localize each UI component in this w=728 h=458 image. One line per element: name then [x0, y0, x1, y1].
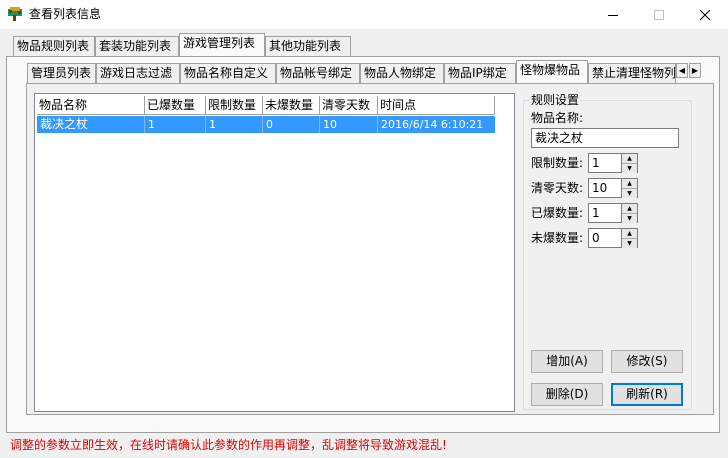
minimize-icon — [608, 14, 618, 16]
triangle-down-icon: ▼ — [627, 190, 632, 197]
reset-days-label: 清零天数: — [531, 181, 584, 195]
group-title: 规则设置 — [530, 93, 581, 107]
triangle-down-icon: ▼ — [627, 165, 632, 172]
reset-days-stepper[interactable]: 10 ▲ ▼ — [588, 178, 638, 198]
column-header-limit[interactable]: 限制数量 — [206, 96, 263, 115]
undropped-down-button[interactable]: ▼ — [622, 239, 637, 248]
item-name-field[interactable]: 裁决之杖 — [531, 128, 679, 148]
maximize-button[interactable] — [636, 0, 682, 29]
reset-days-up-button[interactable]: ▲ — [622, 179, 637, 189]
undropped-stepper[interactable]: 0 ▲ ▼ — [588, 228, 638, 248]
minimize-button[interactable] — [590, 0, 636, 29]
tab-game-log-filter[interactable]: 游戏日志过滤 — [96, 63, 180, 83]
delete-button[interactable]: 删除(D) — [531, 383, 603, 406]
undropped-label: 未爆数量: — [531, 231, 584, 245]
undropped-field[interactable]: 0 — [588, 228, 622, 248]
tab-scroll-right-button[interactable]: ▶ — [689, 63, 701, 78]
triangle-right-icon: ▶ — [691, 66, 699, 75]
tab-no-clean-monster-list[interactable]: 禁止清理怪物列 — [588, 63, 676, 83]
limit-field[interactable]: 1 — [588, 153, 622, 173]
dropped-up-button[interactable]: ▲ — [622, 204, 637, 214]
cell-dropped: 1 — [145, 116, 206, 133]
triangle-down-icon: ▼ — [627, 240, 632, 247]
close-button[interactable] — [682, 0, 728, 29]
undropped-up-button[interactable]: ▲ — [622, 229, 637, 239]
table-row[interactable]: 裁决之杖 1 1 0 10 2016/6/14 6:10:21 — [37, 116, 495, 133]
reset-days-down-button[interactable]: ▼ — [622, 189, 637, 198]
cell-item-name: 裁决之杖 — [37, 116, 145, 133]
tab-item-name-custom[interactable]: 物品名称自定义 — [180, 63, 276, 83]
tab-item-rules[interactable]: 物品规则列表 — [13, 36, 95, 56]
list-header: 物品名称 已爆数量 限制数量 未爆数量 清零天数 时间点 — [37, 96, 495, 115]
reset-days-field[interactable]: 10 — [588, 178, 622, 198]
limit-stepper[interactable]: 1 ▲ ▼ — [588, 153, 638, 173]
refresh-button[interactable]: 刷新(R) — [611, 383, 683, 406]
triangle-up-icon: ▲ — [627, 155, 632, 162]
cell-reset-days: 10 — [320, 116, 378, 133]
column-header-undropped[interactable]: 未爆数量 — [263, 96, 320, 115]
tab-admin-list[interactable]: 管理员列表 — [27, 63, 96, 83]
limit-label: 限制数量: — [531, 156, 584, 170]
triangle-down-icon: ▼ — [627, 215, 632, 222]
dropped-down-button[interactable]: ▼ — [622, 214, 637, 223]
dropped-stepper[interactable]: 1 ▲ ▼ — [588, 203, 638, 223]
cell-limit: 1 — [206, 116, 263, 133]
cell-time: 2016/6/14 6:10:21 — [381, 118, 484, 131]
triangle-up-icon: ▲ — [627, 180, 632, 187]
column-header-time[interactable]: 时间点 — [378, 96, 495, 115]
limit-down-button[interactable]: ▼ — [622, 164, 637, 173]
dropped-label: 已爆数量: — [531, 206, 584, 220]
column-header-item-name[interactable]: 物品名称 — [37, 96, 145, 115]
triangle-up-icon: ▲ — [627, 205, 632, 212]
tab-item-character-bind[interactable]: 物品人物绑定 — [360, 63, 444, 83]
tab-monster-drop-items[interactable]: 怪物爆物品 — [516, 60, 588, 83]
tab-other-functions[interactable]: 其他功能列表 — [265, 36, 351, 56]
item-name-label: 物品名称: — [531, 111, 584, 125]
close-icon — [700, 9, 710, 20]
status-warning-text: 调整的参数立即生效，在线时请确认此参数的作用再调整，乱调整将导致游戏混乱! — [10, 438, 447, 452]
triangle-up-icon: ▲ — [627, 230, 632, 237]
column-header-dropped[interactable]: 已爆数量 — [145, 96, 206, 115]
dropped-field[interactable]: 1 — [588, 203, 622, 223]
edit-button[interactable]: 修改(S) — [611, 350, 683, 373]
add-button[interactable]: 增加(A) — [531, 350, 603, 373]
tab-item-ip-bind[interactable]: 物品IP绑定 — [444, 63, 516, 83]
cell-undropped: 0 — [263, 116, 320, 133]
tab-scroll-left-button[interactable]: ◀ — [676, 63, 688, 78]
maximize-icon — [654, 9, 664, 20]
triangle-left-icon: ◀ — [678, 66, 686, 75]
window-title: 查看列表信息 — [29, 7, 102, 21]
tree-app-icon — [7, 6, 23, 22]
drop-items-list[interactable]: 物品名称 已爆数量 限制数量 未爆数量 清零天数 时间点 裁决之杖 1 1 0 … — [34, 93, 515, 412]
tab-set-functions[interactable]: 套装功能列表 — [95, 36, 179, 56]
limit-up-button[interactable]: ▲ — [622, 154, 637, 164]
tab-item-account-bind[interactable]: 物品帐号绑定 — [276, 63, 360, 83]
tab-game-management[interactable]: 游戏管理列表 — [179, 33, 265, 56]
column-header-reset-days[interactable]: 清零天数 — [320, 96, 378, 115]
